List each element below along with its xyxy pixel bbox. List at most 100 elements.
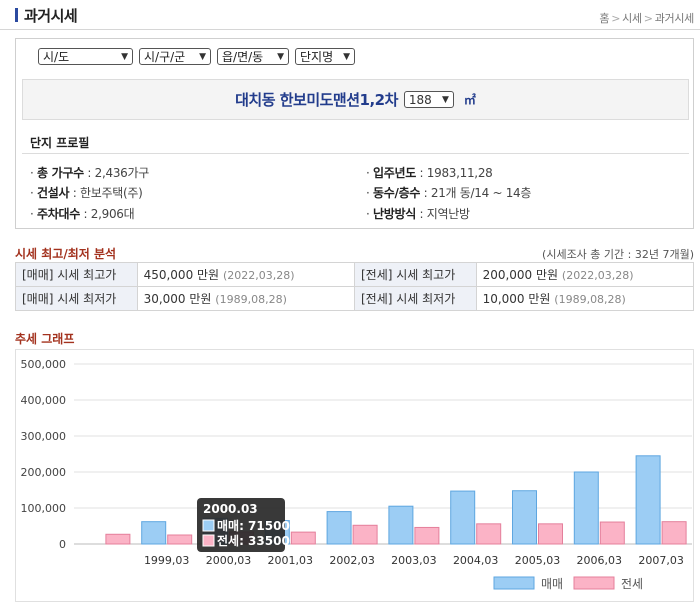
profile-parking: · 주차대수 : 2,906대 xyxy=(30,207,135,221)
chevron-down-icon: ▼ xyxy=(277,51,284,62)
jeonse-high-date: (2022,03,28) xyxy=(561,269,634,282)
sale-high-date: (2022,03,28) xyxy=(222,269,295,282)
legend-label-sale: 매매 xyxy=(541,577,563,591)
jeonse-low-date: (1989,08,28) xyxy=(554,293,626,306)
x-tick-label: 2003,03 xyxy=(391,554,437,567)
sale-low-date: (1989,08,28) xyxy=(215,293,287,306)
sido-select[interactable]: 시/도 ▼ xyxy=(38,48,133,65)
breadcrumb: 홈 > 시세 > 과거시세 xyxy=(599,10,694,26)
tooltip-swatch-sale xyxy=(202,519,215,532)
jeonse-high-cell: 200,000 만원 (2022,03,28) xyxy=(475,262,695,287)
x-tick-label: 2007,03 xyxy=(638,554,684,567)
eupmyeondong-select-value: 읍/면/동 xyxy=(222,50,264,64)
trend-chart: 0 100,000 200,000 300,000 400,000 500,000 1999… xyxy=(21,358,692,591)
bar-sale xyxy=(141,521,167,545)
parking-label: 주차대수 xyxy=(37,207,80,221)
x-tick-label: 2004,03 xyxy=(453,554,499,567)
sale-low-cell: 30,000 만원 (1989,08,28) xyxy=(136,286,355,311)
legend-swatch-sale xyxy=(493,576,535,590)
chevron-down-icon: ▼ xyxy=(441,94,449,105)
sigungu-select-value: 시/구/군 xyxy=(144,50,186,64)
survey-period-note: (시세조사 총 기간 : 32년 7개월) xyxy=(542,248,694,261)
sale-low-label: [매매] 시세 최저가 xyxy=(15,286,138,311)
profile-move-in: · 입주년도 : 1983,11,28 xyxy=(366,166,493,180)
sale-high-value: 450,000 만원 xyxy=(143,268,220,282)
x-tick-label: 2001,03 xyxy=(268,554,314,567)
region-filters: 시/도 ▼ 시/구/군 ▼ 읍/면/동 ▼ 단지명 ▼ xyxy=(38,48,355,65)
breadcrumb-section[interactable]: 시세 xyxy=(622,12,642,25)
jeonse-high-value: 200,000 만원 xyxy=(482,268,559,282)
page-header: 과거시세 홈 > 시세 > 과거시세 xyxy=(0,0,700,30)
bar-sale xyxy=(635,455,661,545)
tooltip-line-sale: 매매: 71500 xyxy=(217,518,290,533)
page-title: 과거시세 xyxy=(24,7,78,25)
legend-swatch-jeonse xyxy=(573,576,615,590)
breadcrumb-current: 과거시세 xyxy=(654,12,695,25)
buildings-label: 동수/층수 xyxy=(373,186,421,200)
jeonse-low-label: [전세] 시세 최저가 xyxy=(353,286,477,311)
bar-jeonse xyxy=(105,533,131,545)
bar-sale xyxy=(326,511,352,545)
heating-value: 지역난방 xyxy=(426,207,470,221)
breadcrumb-home[interactable]: 홈 xyxy=(599,12,609,25)
households-label: 총 가구수 xyxy=(37,166,84,180)
move-in-label: 입주년도 xyxy=(373,166,416,180)
y-tick-label: 400,000 xyxy=(21,394,67,407)
tooltip-line-jeonse: 전세: 33500 xyxy=(217,533,290,548)
complex-select-value: 단지명 xyxy=(300,50,334,64)
table-row: [매매] 시세 최저가 30,000 만원 (1989,08,28) [전세] … xyxy=(15,286,695,311)
title-accent-bar xyxy=(15,8,18,22)
bar-jeonse xyxy=(290,531,316,545)
x-tick-label: 2005,03 xyxy=(515,554,561,567)
trend-chart-frame: 0 100,000 200,000 300,000 400,000 500,000 1999… xyxy=(15,349,694,602)
sale-low-value: 30,000 만원 xyxy=(143,292,212,306)
x-tick-label: 2002,03 xyxy=(329,554,375,567)
eupmyeondong-select[interactable]: 읍/면/동 ▼ xyxy=(217,48,289,65)
move-in-value: 1983,11,28 xyxy=(426,166,493,180)
complex-select[interactable]: 단지명 ▼ xyxy=(295,48,355,65)
trend-title: 추세 그래프 xyxy=(15,332,75,346)
sido-select-value: 시/도 xyxy=(43,50,70,64)
heating-label: 난방방식 xyxy=(373,207,416,221)
legend-label-jeonse: 전세 xyxy=(621,577,643,591)
y-tick-label: 0 xyxy=(59,538,66,551)
tooltip-title: 2000.03 xyxy=(203,502,258,516)
y-tick-label: 200,000 xyxy=(21,466,67,479)
bar-jeonse xyxy=(414,526,440,545)
chevron-down-icon: ▼ xyxy=(343,51,350,62)
profile-builder: · 건설사 : 한보주택(주) xyxy=(30,186,143,200)
sigungu-select[interactable]: 시/구/군 ▼ xyxy=(139,48,211,65)
bar-sale xyxy=(512,490,537,545)
table-row: [매매] 시세 최고가 450,000 만원 (2022,03,28) [전세]… xyxy=(15,262,695,287)
price-extremes-table: [매매] 시세 최고가 450,000 만원 (2022,03,28) [전세]… xyxy=(15,262,695,311)
analysis-title: 시세 최고/최저 분석 xyxy=(15,247,117,261)
profile-buildings: · 동수/층수 : 21개 동/14 ~ 14층 xyxy=(366,186,532,200)
complex-panel: 시/도 ▼ 시/구/군 ▼ 읍/면/동 ▼ 단지명 ▼ 대치동 한보미도맨션1,2차 1… xyxy=(15,38,694,229)
apartment-name-box: 대치동 한보미도맨션1,2차 188 ▼ ㎡ xyxy=(22,79,689,120)
bar-jeonse xyxy=(476,523,502,545)
bar-jeonse xyxy=(352,524,378,545)
bar-jeonse xyxy=(538,523,563,545)
bar-sale xyxy=(388,505,414,545)
x-tick-label: 2000,03 xyxy=(206,554,252,567)
profile-households: · 총 가구수 : 2,436가구 xyxy=(30,166,150,180)
area-select-value: 188 xyxy=(408,92,432,107)
jeonse-high-label: [전세] 시세 최고가 xyxy=(353,262,477,287)
chevron-down-icon: ▼ xyxy=(121,51,128,62)
bar-sale xyxy=(573,471,599,545)
parking-value: 2,906대 xyxy=(90,207,135,221)
y-tick-label: 500,000 xyxy=(21,358,67,371)
y-tick-label: 100,000 xyxy=(21,502,67,515)
households-value: 2,436가구 xyxy=(94,166,150,180)
sale-high-cell: 450,000 만원 (2022,03,28) xyxy=(136,262,355,287)
breadcrumb-separator: > xyxy=(611,12,621,25)
builder-label: 건설사 xyxy=(37,186,70,200)
profile-heading: 단지 프로필 xyxy=(30,136,90,150)
tooltip-swatch-jeonse xyxy=(202,534,215,547)
area-select[interactable]: 188 ▼ xyxy=(403,91,454,108)
area-unit: ㎡ xyxy=(463,93,476,107)
builder-value: 한보주택(주) xyxy=(80,186,143,200)
bar-sale xyxy=(450,490,476,545)
breadcrumb-separator: > xyxy=(643,12,653,25)
apartment-name: 대치동 한보미도맨션1,2차 xyxy=(235,91,398,109)
